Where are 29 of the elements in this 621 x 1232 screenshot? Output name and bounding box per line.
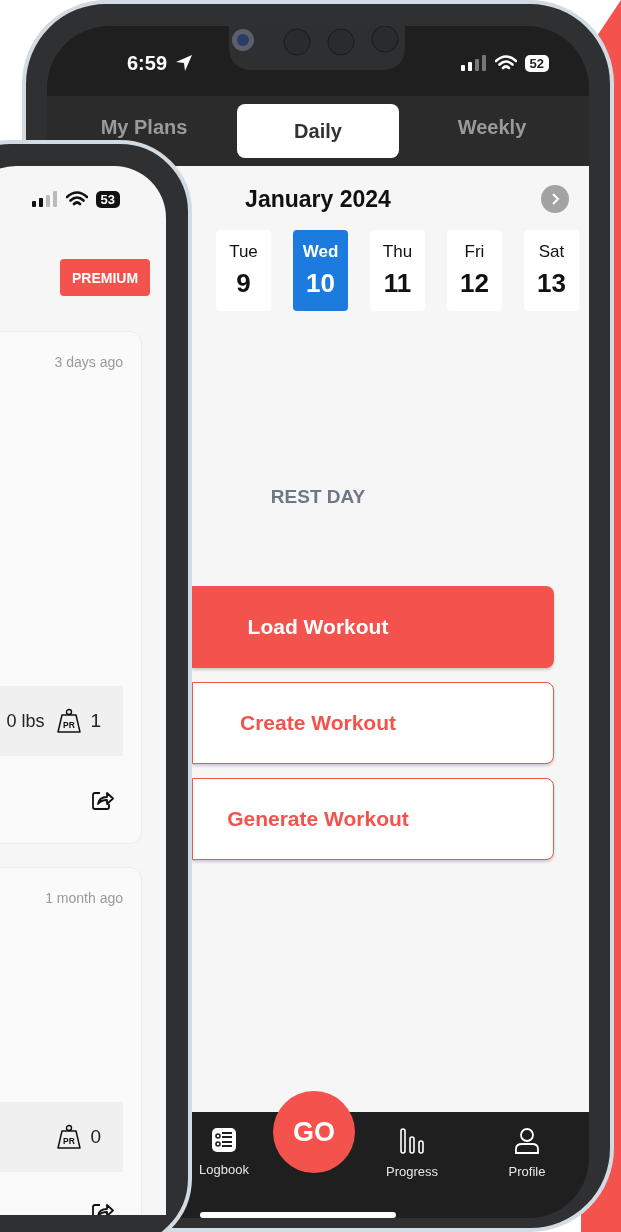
rest-day-label: REST DAY	[269, 486, 367, 508]
wifi-icon	[65, 191, 88, 207]
nav-item[interactable]: Profile	[508, 1128, 546, 1179]
tab[interactable]: My Plans	[96, 116, 192, 138]
day-chip[interactable]: Sat 13	[524, 230, 579, 311]
stat-value: 0 lbs	[6, 710, 45, 732]
signal-icon	[460, 55, 487, 71]
person-icon	[515, 1128, 539, 1154]
day-chip[interactable]: Fri 12	[447, 230, 502, 311]
stat-value: 1	[90, 710, 101, 732]
day-chip[interactable]: Wed 10	[293, 230, 348, 311]
list-icon	[212, 1128, 236, 1152]
tab[interactable]: Daily	[237, 104, 399, 158]
nav-item[interactable]: Progress	[386, 1128, 438, 1179]
location-arrow-icon	[175, 54, 194, 72]
bar-chart-icon	[400, 1128, 424, 1154]
status-time: 6:59	[127, 51, 168, 75]
wifi-icon	[494, 55, 517, 71]
signal-icon	[31, 191, 58, 207]
day-chip[interactable]: Thu 11	[370, 230, 425, 311]
tab[interactable]: Weekly	[453, 116, 531, 138]
month-title: January 2024	[245, 185, 391, 213]
day-chip[interactable]: Tue 9	[216, 230, 271, 311]
battery-indicator: 52	[524, 54, 549, 72]
nav-item[interactable]: Logbook	[199, 1128, 249, 1177]
stat-value: 0	[90, 1126, 101, 1148]
time-ago: 1 month ago	[45, 890, 123, 906]
battery-indicator: 53	[95, 190, 120, 208]
time-ago: 3 days ago	[54, 354, 123, 370]
